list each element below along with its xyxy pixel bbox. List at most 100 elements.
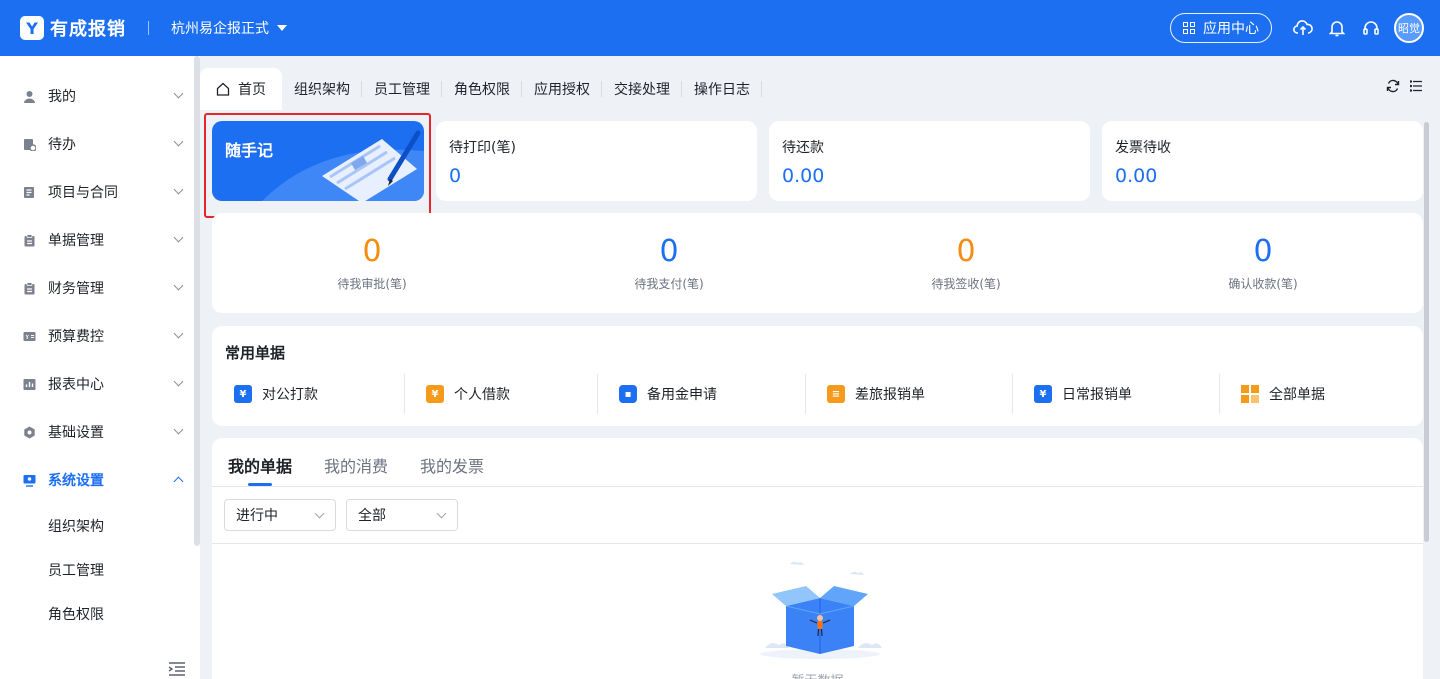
project-icon	[22, 185, 36, 199]
app-center-label: 应用中心	[1203, 21, 1259, 37]
sidebar-subitem-org[interactable]: 组织架构	[0, 504, 200, 548]
tab-roles[interactable]: 角色权限	[442, 68, 522, 110]
select-value: 全部	[358, 508, 386, 524]
sidebar-item-reports[interactable]: 报表中心	[0, 360, 200, 408]
collapse-sidebar-icon[interactable]	[168, 661, 186, 676]
tab-home[interactable]: 首页	[200, 68, 282, 110]
bell-icon[interactable]	[1320, 11, 1354, 45]
transfer-icon: ¥	[234, 385, 252, 403]
sidebar-scrollbar[interactable]	[194, 56, 200, 546]
card-value: 0.00	[782, 165, 825, 187]
chevron-down-icon	[173, 232, 184, 243]
tab-my-invoices[interactable]: 我的发票	[420, 453, 484, 477]
pending-repay-card[interactable]: 待还款 0.00	[769, 121, 1090, 201]
stat-pending-receipt[interactable]: 0 待我签收(笔)	[866, 233, 1066, 292]
sidebar-item-budget[interactable]: 预算费控	[0, 312, 200, 360]
active-tab-indicator	[248, 483, 272, 486]
tab-handover[interactable]: 交接处理	[602, 68, 682, 110]
entry-divider	[805, 374, 806, 414]
chevron-down-icon	[173, 184, 184, 195]
budget-icon	[22, 329, 36, 343]
sidebar-item-basic-settings[interactable]: 基础设置	[0, 408, 200, 456]
company-name: 杭州易企报正式	[171, 21, 269, 37]
top-bar: Y 有成报销 杭州易企报正式 应用中心 昭觉	[0, 0, 1440, 56]
user-icon	[22, 89, 36, 103]
entry-travel-expense[interactable]: ≡ 差旅报销单	[827, 374, 925, 414]
tab-my-documents[interactable]: 我的单据	[228, 453, 292, 477]
entry-daily-expense[interactable]: ¥ 日常报销单	[1034, 374, 1132, 414]
headset-icon[interactable]	[1354, 11, 1388, 45]
entry-label: 全部单据	[1269, 387, 1325, 403]
entry-personal-loan[interactable]: ¥ 个人借款	[426, 374, 510, 414]
chevron-down-icon	[436, 508, 447, 519]
tab-org[interactable]: 组织架构	[282, 68, 362, 110]
sidebar-item-project[interactable]: 项目与合同	[0, 168, 200, 216]
sidebar-item-todo[interactable]: 待办	[0, 120, 200, 168]
todo-stats: 0 待我审批(笔) 0 待我支付(笔) 0 待我签收(笔) 0 确认收款(笔)	[212, 213, 1423, 313]
tab-operation-log[interactable]: 操作日志	[682, 68, 762, 110]
app-name: 有成报销	[50, 19, 126, 40]
filter-divider	[212, 543, 1423, 544]
stat-confirm-collection[interactable]: 0 确认收款(笔)	[1163, 233, 1363, 292]
pending-print-card[interactable]: 待打印(笔) 0	[436, 121, 757, 201]
stat-value: 0	[659, 234, 679, 269]
todo-icon	[22, 137, 36, 151]
sidebar: 我的 待办 项目与合同 单据管理 财务管理 预算费控 报表中心 基础设置 系统设	[0, 56, 200, 679]
sidebar-item-system-settings[interactable]: 系统设置	[0, 456, 200, 504]
clipboard-icon	[22, 281, 36, 295]
stat-value: 0	[362, 234, 382, 269]
entry-all-documents[interactable]: 全部单据	[1241, 374, 1325, 414]
entry-label: 对公打款	[262, 387, 318, 403]
content-scrollbar[interactable]	[1424, 122, 1429, 542]
sidebar-item-label: 我的	[48, 89, 76, 105]
chevron-down-icon	[173, 280, 184, 291]
stat-pending-payment[interactable]: 0 待我支付(笔)	[569, 233, 769, 292]
sidebar-item-mine[interactable]: 我的	[0, 72, 200, 120]
chevron-down-icon	[173, 136, 184, 147]
chevron-down-icon	[314, 508, 325, 519]
tab-label: 员工管理	[374, 82, 430, 98]
stat-caption: 待我支付(笔)	[634, 277, 704, 291]
my-documents-tabs: 我的单据 我的消费 我的发票	[212, 438, 1423, 487]
sidebar-subitem-staff[interactable]: 员工管理	[0, 548, 200, 592]
invoice-pending-card[interactable]: 发票待收 0.00	[1102, 121, 1423, 201]
tab-separator	[761, 81, 762, 97]
app-logo[interactable]: Y 有成报销	[20, 15, 126, 41]
entry-corporate-payment[interactable]: ¥ 对公打款	[234, 374, 318, 414]
type-filter-select[interactable]: 全部	[346, 499, 458, 531]
tab-label: 交接处理	[614, 82, 670, 98]
card-label: 发票待收	[1115, 140, 1171, 156]
sidebar-item-finance[interactable]: 财务管理	[0, 264, 200, 312]
card-value: 0.00	[1115, 165, 1158, 187]
my-documents-panel: 我的单据 我的消费 我的发票 进行中 全部 暂无数据	[212, 438, 1423, 679]
status-filter-select[interactable]: 进行中	[224, 499, 336, 531]
tab-staff[interactable]: 员工管理	[362, 68, 442, 110]
refresh-icon[interactable]	[1386, 78, 1400, 97]
company-switcher[interactable]: 杭州易企报正式	[171, 18, 287, 38]
card-label: 待打印(笔)	[449, 140, 516, 156]
stat-caption: 确认收款(笔)	[1228, 277, 1298, 291]
tab-app-auth[interactable]: 应用授权	[522, 68, 602, 110]
stat-pending-approval[interactable]: 0 待我审批(笔)	[272, 233, 472, 292]
app-center-button[interactable]: 应用中心	[1170, 13, 1272, 43]
empty-state-text: 暂无数据	[212, 670, 1423, 679]
sidebar-item-label: 财务管理	[48, 281, 104, 297]
user-avatar[interactable]: 昭觉	[1394, 13, 1424, 43]
sidebar-item-label: 预算费控	[48, 329, 104, 345]
menu-icon[interactable]	[1409, 78, 1422, 97]
entry-petty-cash[interactable]: ▪ 备用金申请	[619, 374, 717, 414]
cloud-upload-icon[interactable]	[1286, 11, 1320, 45]
sidebar-item-label: 项目与合同	[48, 185, 118, 201]
sidebar-subitem-roles[interactable]: 角色权限	[0, 592, 200, 636]
home-icon	[216, 82, 230, 96]
common-documents: 常用单据 ¥ 对公打款 ¥ 个人借款 ▪ 备用金申请 ≡ 差旅报销单 ¥ 日常报…	[212, 326, 1423, 426]
header-divider	[148, 21, 149, 35]
grid-icon	[1241, 385, 1259, 403]
entry-label: 个人借款	[454, 387, 510, 403]
card-label: 待还款	[782, 140, 824, 156]
sidebar-item-documents[interactable]: 单据管理	[0, 216, 200, 264]
tab-label: 操作日志	[694, 82, 750, 98]
tab-my-spending[interactable]: 我的消费	[324, 453, 388, 477]
entry-divider	[597, 374, 598, 414]
common-documents-title: 常用单据	[225, 344, 286, 362]
